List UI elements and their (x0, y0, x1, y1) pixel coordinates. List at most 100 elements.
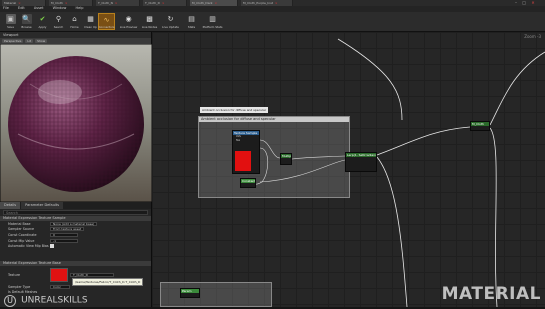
browse-icon: 🔍 (21, 14, 32, 24)
home-icon: ⌂ (72, 15, 77, 23)
detail-value[interactable]: 0 (50, 232, 78, 237)
node-title: M_Cloth (471, 122, 489, 126)
close-tab-icon[interactable]: × (275, 1, 278, 5)
detail-value[interactable]: None (Add a material base) (50, 221, 98, 226)
viewport-panel[interactable]: Viewport Perspective Lit Show (0, 32, 152, 202)
detail-row: Automatic View Mip Bias (0, 243, 151, 249)
unrealskills-text: UNREALSKILLS (21, 295, 88, 306)
detail-value[interactable]: From texture asset (50, 227, 85, 232)
detail-value[interactable]: -1 (50, 238, 78, 243)
editor-tab-label: M_Cloth_Purple_Inst (243, 1, 273, 5)
detail-key: Sampler Source (8, 227, 35, 232)
detail-key: Const Coordinate (8, 232, 37, 237)
apply-icon: ✔ (39, 15, 46, 23)
clean-up-button[interactable]: ▦ Clean Up (82, 13, 99, 30)
close-tab-icon[interactable]: × (65, 1, 68, 5)
save-icon: ▣ (5, 14, 16, 24)
platform-stats-button[interactable]: ▥ Platform Stats (202, 13, 223, 30)
lit-button[interactable]: Lit (25, 39, 34, 43)
clean-up-label: Clean Up (84, 25, 97, 29)
node-title: Param (181, 289, 199, 293)
platform-stats-icon: ▥ (209, 15, 216, 23)
detail-key: Automatic View Mip Bias (8, 244, 49, 249)
home-button[interactable]: ⌂ Home (66, 13, 83, 30)
menu-asset[interactable]: Asset (34, 6, 44, 10)
search-button[interactable]: ⚲ Search (50, 13, 67, 30)
texture-dropdown[interactable]: T_Cloth_D (70, 272, 114, 277)
close-tab-icon[interactable]: × (18, 1, 21, 5)
live-preview-icon: ◉ (125, 15, 132, 23)
sampler-label: Sampler Type (8, 284, 31, 289)
menu-file[interactable]: File (3, 6, 9, 10)
live-update-icon: ↻ (167, 15, 174, 23)
editor-tab-label: M_Cloth_Dark (192, 1, 213, 5)
live-nodes-icon: ▩ (146, 15, 153, 23)
sampler-dropdown[interactable]: Color (50, 284, 70, 289)
menu-window[interactable]: Window (53, 6, 67, 10)
editor-tab-label: Material (4, 1, 17, 5)
material-watermark: MATERIAL (441, 284, 541, 304)
save-button[interactable]: ▣ Save (2, 13, 19, 30)
search-icon: ⚲ (55, 15, 62, 23)
material-preview[interactable] (0, 44, 152, 202)
unrealskills-logo-icon: U (4, 294, 16, 307)
close-icon[interactable]: ✕ (531, 0, 534, 5)
texture-sample-node[interactable]: Texture Sample UVs Tex (232, 130, 260, 174)
node-title: Multiply (281, 154, 291, 158)
texture-preview (235, 151, 251, 171)
show-button[interactable]: Show (35, 39, 48, 43)
live-update-label: Live Update (162, 25, 179, 29)
automatic-view-mip-bias-checkbox[interactable] (50, 244, 54, 249)
details-tabs: Details Parameter Defaults (0, 202, 151, 209)
material-graph[interactable]: Zoom -3 Ambient occlusion for diffuse an… (152, 32, 545, 307)
detail-key: Material Base (8, 221, 31, 226)
close-tab-icon[interactable]: × (115, 1, 118, 5)
live-update-button[interactable]: ↻ Live Update (162, 13, 179, 30)
lerp-node[interactable]: Lerp(1, SetIrradianceAO) (345, 152, 377, 172)
close-tab-icon[interactable]: × (162, 1, 165, 5)
node-pin[interactable]: Tex (233, 139, 259, 143)
editor-tab-label: T_Cloth_N (98, 1, 113, 5)
texture-tooltip: /Game/Textures/Fabric/T_Cloth_D.T_Cloth_… (72, 278, 144, 286)
live-nodes-label: Live Nodes (141, 25, 158, 29)
menu-edit[interactable]: Edit (18, 6, 25, 10)
browse-button[interactable]: 🔍 Browse (18, 13, 35, 30)
maximize-icon[interactable]: □ (522, 0, 526, 5)
clean-up-icon: ▦ (87, 15, 94, 23)
apply-button[interactable]: ✔ Apply (34, 13, 51, 30)
detail-key: Const Mip Value (8, 238, 35, 243)
texture-label: Texture (8, 272, 21, 277)
connectors-label: Connectors (98, 25, 115, 29)
constant-node[interactable]: Constant (240, 178, 256, 188)
live-nodes-button[interactable]: ▩ Live Nodes (141, 13, 158, 30)
multiply-node[interactable]: Multiply (280, 153, 292, 165)
stats-icon: ▤ (188, 15, 195, 23)
close-tab-icon[interactable]: × (215, 1, 218, 5)
editor-tab-label: T_Cloth_D (145, 1, 160, 5)
home-label: Home (70, 25, 79, 29)
browse-label: Browse (21, 25, 32, 29)
search-label: Search (53, 25, 64, 29)
unrealskills-watermark: U UNREALSKILLS (4, 290, 88, 309)
platform-stats-label: Platform Stats (202, 25, 223, 29)
output-node[interactable]: M_Cloth (470, 121, 490, 131)
connectors-button[interactable]: ∿ Connectors (98, 13, 115, 30)
comment-box[interactable]: Ambient occlusion for diffuse and specul… (198, 116, 350, 198)
node-title: Lerp(1, SetIrradianceAO) (346, 153, 376, 157)
param-node[interactable]: Param (180, 288, 200, 298)
stats-label: Stats (187, 25, 196, 29)
comment-title[interactable]: Ambient occlusion for diffuse and specul… (199, 117, 349, 122)
tab-details[interactable]: Details (0, 202, 21, 209)
search-placeholder: Search (6, 210, 19, 215)
details-search-input[interactable]: Search (3, 210, 148, 215)
live-preview-label: Live Preview (119, 25, 138, 29)
texture-thumbnail[interactable] (50, 267, 68, 282)
stats-button[interactable]: ▤ Stats (183, 13, 200, 30)
live-preview-button[interactable]: ◉ Live Preview (119, 13, 138, 30)
menu-help[interactable]: Help (76, 6, 84, 10)
tab-parameter-defaults[interactable]: Parameter Defaults (21, 202, 64, 209)
minimize-icon[interactable]: – (515, 0, 517, 5)
perspective-button[interactable]: Perspective (2, 39, 24, 43)
connectors-icon: ∿ (103, 15, 110, 24)
comment-box-bottom[interactable] (160, 282, 272, 307)
